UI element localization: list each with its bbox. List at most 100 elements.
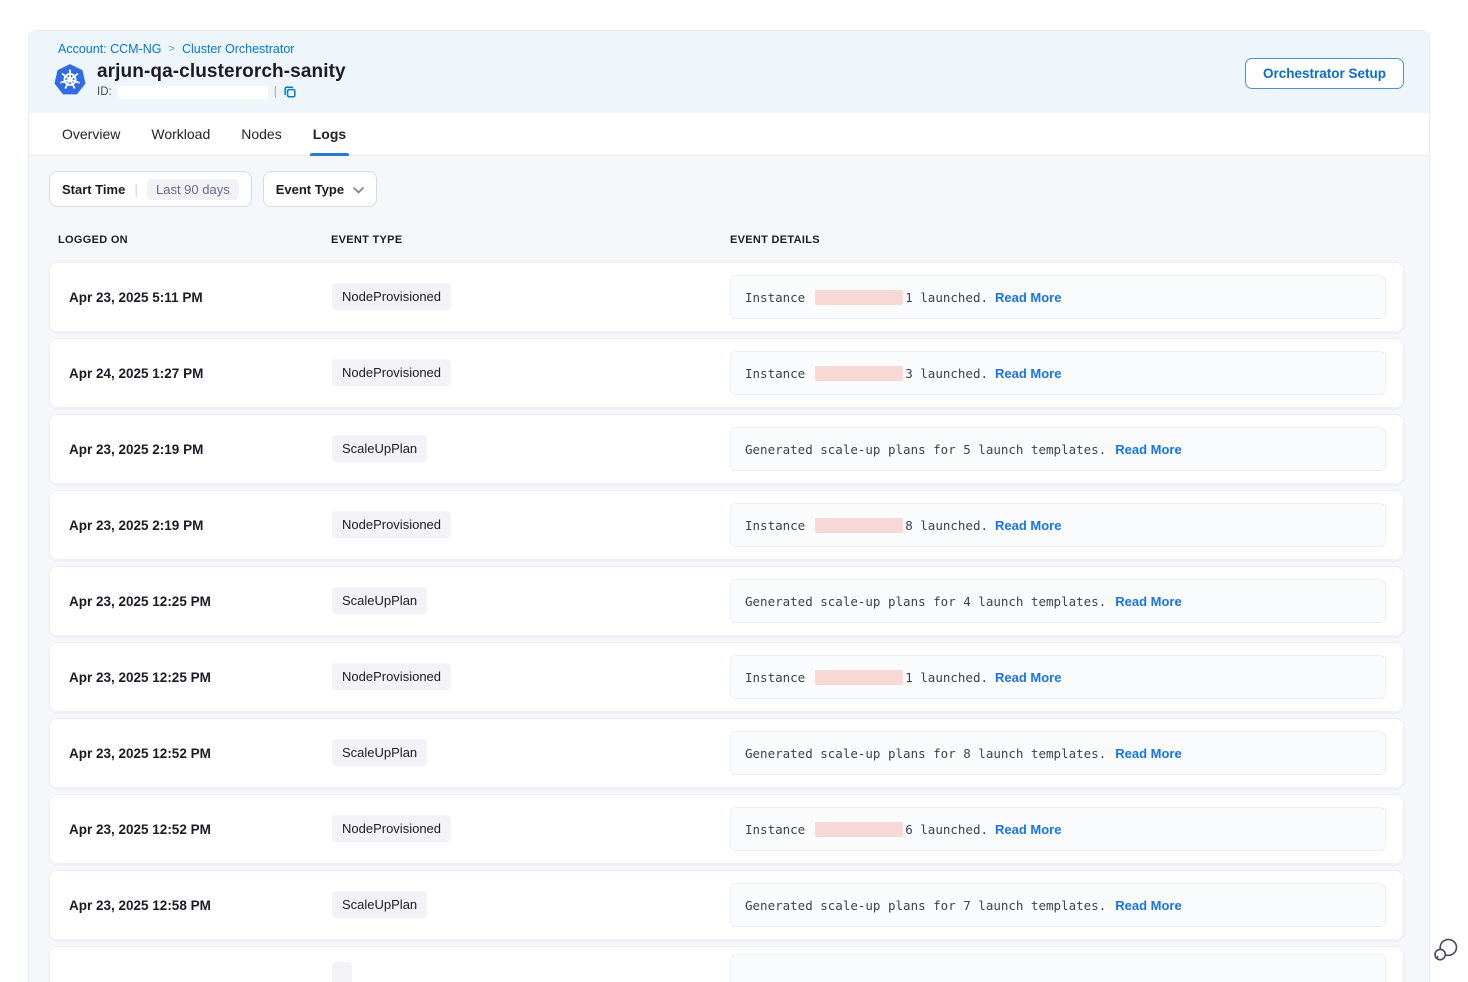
table-row[interactable]: Apr 23, 2025 2:19 PM NodeProvisioned Ins… [49,490,1404,560]
event-details-cell: Instance 3 launched. Read More [730,351,1386,395]
event-detail-prefix: Instance [745,822,805,837]
tab-bar: Overview Workload Nodes Logs [29,113,1429,156]
logged-on-cell: Apr 23, 2025 12:25 PM [69,670,332,685]
read-more-link[interactable]: Read More [995,290,1061,305]
filter-bar: Start Time | Last 90 days Event Type [49,171,1429,207]
event-detail-prefix: Generated scale-up plans for 5 launch te… [745,442,1106,457]
event-detail-suffix: 3 launched. [905,366,988,381]
page-header: Account: CCM-NG > Cluster Orchestrator [29,31,1429,113]
id-label: ID: [97,86,112,98]
breadcrumb-separator: > [169,43,175,55]
column-header-event-details: EVENT DETAILS [730,234,1429,246]
event-details-cell: Instance 8 launched. Read More [730,503,1386,547]
chevron-down-icon [353,187,364,194]
read-more-link[interactable]: Read More [1115,746,1181,761]
redacted-instance-id [815,366,903,381]
start-time-filter[interactable]: Start Time | Last 90 days [49,171,252,207]
event-log-list: Apr 23, 2025 5:11 PM NodeProvisioned Ins… [29,262,1429,982]
cluster-orchestrator-page: Account: CCM-NG > Cluster Orchestrator [28,30,1430,982]
filter-divider: | [134,181,138,197]
event-type-label: Event Type [276,182,344,197]
event-detail-suffix: 1 launched. [905,670,988,685]
read-more-link[interactable]: Read More [995,366,1061,381]
read-more-link[interactable]: Read More [1115,442,1181,457]
event-detail-suffix: 1 launched. [905,290,988,305]
table-row[interactable]: Apr 23, 2025 2:19 PM ScaleUpPlan Generat… [49,414,1404,484]
breadcrumb: Account: CCM-NG > Cluster Orchestrator [58,42,1404,56]
tab-overview[interactable]: Overview [62,113,120,155]
redacted-instance-id [815,518,903,533]
event-details-cell: Instance 6 launched. Read More [730,807,1386,851]
event-type-badge: ScaleUpPlan [332,891,427,918]
event-type-badge: NodeProvisioned [332,511,451,538]
table-row[interactable]: Apr 23, 2025 12:25 PM ScaleUpPlan Genera… [49,566,1404,636]
read-more-link[interactable]: Read More [1115,594,1181,609]
event-detail-prefix: Instance [745,366,805,381]
event-type-badge: NodeProvisioned [332,283,451,310]
orchestrator-setup-button[interactable]: Orchestrator Setup [1245,58,1404,89]
event-details-cell: Generated scale-up plans for 7 launch te… [730,883,1386,927]
event-type-badge: ScaleUpPlan [332,587,427,614]
tab-logs[interactable]: Logs [313,113,346,155]
event-type-badge: ScaleUpPlan [332,739,427,766]
logs-panel: Start Time | Last 90 days Event Type LOG… [29,156,1429,982]
id-divider: | [274,86,277,98]
logged-on-cell: Apr 24, 2025 1:27 PM [69,366,332,381]
event-detail-prefix: Instance [745,518,805,533]
breadcrumb-section-link[interactable]: Cluster Orchestrator [182,42,295,56]
table-row[interactable]: Apr 23, 2025 12:25 PM NodeProvisioned In… [49,642,1404,712]
event-type-filter[interactable]: Event Type [263,171,377,207]
event-details-cell: Generated scale-up plans for 4 launch te… [730,579,1386,623]
page-title: arjun-qa-clusterorch-sanity [97,61,346,83]
read-more-link[interactable]: Read More [995,822,1061,837]
tab-workload[interactable]: Workload [151,113,210,155]
logged-on-cell: Apr 23, 2025 12:52 PM [69,746,332,761]
event-detail-prefix: Generated scale-up plans for 8 launch te… [745,746,1106,761]
event-type-badge: ScaleUpPlan [332,435,427,462]
table-row[interactable]: Apr 23, 2025 5:11 PM NodeProvisioned Ins… [49,262,1404,332]
start-time-label: Start Time [62,182,125,197]
tab-nodes[interactable]: Nodes [241,113,281,155]
event-type-badge [332,962,352,982]
table-row[interactable]: Apr 23, 2025 12:52 PM ScaleUpPlan Genera… [49,718,1404,788]
redacted-instance-id [815,290,903,305]
event-detail-suffix: 6 launched. [905,822,988,837]
kubernetes-icon [53,63,87,97]
read-more-link[interactable]: Read More [995,670,1061,685]
start-time-value: Last 90 days [147,179,239,200]
event-type-badge: NodeProvisioned [332,359,451,386]
logged-on-cell: Apr 23, 2025 12:52 PM [69,822,332,837]
event-details-cell: Generated scale-up plans for 5 launch te… [730,427,1386,471]
event-details-cell: Generated scale-up plans for 8 launch te… [730,731,1386,775]
table-row[interactable] [49,946,1404,982]
column-header-event-type: EVENT TYPE [331,234,730,246]
read-more-link[interactable]: Read More [995,518,1061,533]
table-row[interactable]: Apr 23, 2025 12:52 PM NodeProvisioned In… [49,794,1404,864]
event-details-cell [730,954,1386,982]
event-detail-suffix: 8 launched. [905,518,988,533]
chat-bubbles-icon[interactable] [1432,936,1460,964]
event-detail-prefix: Generated scale-up plans for 7 launch te… [745,898,1106,913]
event-type-badge: NodeProvisioned [332,815,451,842]
redacted-instance-id [815,822,903,837]
read-more-link[interactable]: Read More [1115,898,1181,913]
event-detail-prefix: Instance [745,670,805,685]
redacted-instance-id [815,670,903,685]
logged-on-cell: Apr 23, 2025 2:19 PM [69,442,332,457]
logged-on-cell: Apr 23, 2025 5:11 PM [69,290,332,305]
event-detail-prefix: Instance [745,290,805,305]
table-header-row: LOGGED ON EVENT TYPE EVENT DETAILS [29,234,1429,246]
event-detail-prefix: Generated scale-up plans for 4 launch te… [745,594,1106,609]
copy-icon[interactable] [283,85,297,99]
logged-on-cell: Apr 23, 2025 2:19 PM [69,518,332,533]
breadcrumb-account-link[interactable]: Account: CCM-NG [58,42,162,56]
event-details-cell: Instance 1 launched. Read More [730,655,1386,699]
table-row[interactable]: Apr 24, 2025 1:27 PM NodeProvisioned Ins… [49,338,1404,408]
logged-on-cell: Apr 23, 2025 12:25 PM [69,594,332,609]
logged-on-cell: Apr 23, 2025 12:58 PM [69,898,332,913]
cluster-id-redacted [118,86,268,99]
event-details-cell: Instance 1 launched. Read More [730,275,1386,319]
column-header-logged-on: LOGGED ON [58,234,331,246]
table-row[interactable]: Apr 23, 2025 12:58 PM ScaleUpPlan Genera… [49,870,1404,940]
event-type-badge: NodeProvisioned [332,663,451,690]
